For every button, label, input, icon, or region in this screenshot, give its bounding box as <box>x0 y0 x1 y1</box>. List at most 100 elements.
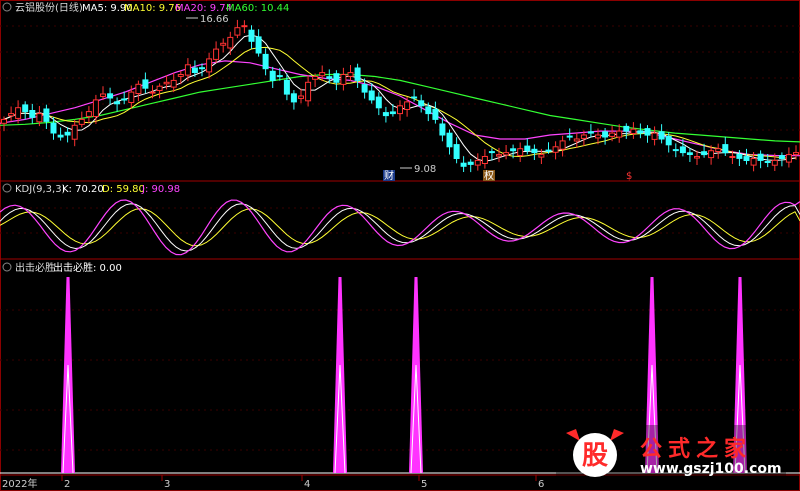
candle-up <box>347 72 354 77</box>
candle-down <box>142 79 149 89</box>
candle-up <box>227 36 234 49</box>
high-label: 16.66 <box>200 14 229 25</box>
candle-down <box>623 125 630 132</box>
watermark-url: www.gszj100.com <box>640 461 782 477</box>
candle-up <box>715 148 722 152</box>
signal-settings-icon[interactable] <box>2 262 12 272</box>
candle-down <box>269 70 276 81</box>
candle-down <box>418 100 425 107</box>
kdj-settings-icon[interactable] <box>2 183 12 193</box>
candle-up <box>559 140 566 150</box>
candle-down <box>701 151 708 156</box>
candle-up <box>573 138 580 142</box>
candle-down <box>361 84 368 93</box>
candle-down <box>354 67 361 81</box>
x-year-label: 2022年 <box>2 477 37 490</box>
candle-up <box>149 91 156 94</box>
candle-down <box>757 153 764 161</box>
candle-up <box>729 156 736 158</box>
watermark-logo: 股 <box>566 429 624 477</box>
candle-down <box>587 131 594 134</box>
candle-down <box>425 106 432 115</box>
candle-up <box>616 130 623 138</box>
kdj-k-label: K: 70.20 <box>62 184 104 195</box>
candle-up <box>609 132 616 137</box>
price-legend: 云铝股份(日线) MA5: 9.90 MA10: 9.76 MA20: 9.74… <box>2 1 289 14</box>
candle-up <box>100 93 106 97</box>
kdj-legend: KDJ(9,3,3) K: 70.20 D: 59.80 J: 90.98 <box>2 183 180 195</box>
x-axis-labels: 2022年 2 3 4 5 6 <box>2 475 544 490</box>
candle-down <box>389 111 396 115</box>
watermark: 股 公式之家 www.gszj100.com <box>556 425 786 485</box>
candle-down <box>545 149 552 152</box>
candle-up <box>128 91 135 103</box>
x-month-2: 2 <box>64 479 70 490</box>
candle-up <box>708 150 715 159</box>
candle-down <box>276 75 283 78</box>
marker-dollar[interactable]: $ <box>626 171 632 182</box>
x-month-5: 5 <box>421 479 427 490</box>
candle-down <box>439 123 446 136</box>
candle-up <box>630 128 637 134</box>
candle-up <box>220 42 227 46</box>
candle-up <box>177 74 184 77</box>
candle-down <box>453 144 460 160</box>
candle-down <box>368 90 375 101</box>
watermark-title: 公式之家 <box>640 437 753 462</box>
candle-up <box>538 154 545 158</box>
x-month-4: 4 <box>304 479 310 490</box>
candle-down <box>43 108 50 122</box>
candle-up <box>135 83 142 95</box>
candle-up <box>312 76 319 80</box>
candle-up <box>71 124 78 140</box>
candle-up <box>15 107 22 119</box>
signal-legend: 出击必胜 出击必胜: 0.00 <box>2 261 122 274</box>
candle-up <box>771 159 778 166</box>
ma-lines <box>0 34 800 162</box>
signal-value-label: 出击必胜: 0.00 <box>53 261 122 274</box>
logo-horn-left <box>566 429 580 441</box>
candle-down <box>686 152 693 156</box>
candle-up <box>241 25 248 28</box>
candle-down <box>446 132 453 148</box>
candle-down <box>114 101 121 105</box>
candle-down <box>382 112 389 117</box>
candle-up <box>750 158 757 166</box>
candle-down <box>722 144 729 154</box>
candle-up <box>397 105 403 115</box>
marker-cai[interactable]: 财 <box>384 169 394 182</box>
candle-down <box>644 128 651 136</box>
ma20-label: MA20: 9.74 <box>175 3 232 14</box>
candle-up <box>163 81 170 85</box>
candle-up <box>496 154 502 157</box>
candle-up <box>340 74 347 85</box>
candle-down <box>743 156 750 162</box>
candle-up <box>206 58 213 73</box>
stock-chart[interactable]: 云铝股份(日线) MA5: 9.90 MA10: 9.76 MA20: 9.74… <box>0 0 800 491</box>
candle-down <box>375 96 382 109</box>
settings-icon[interactable] <box>2 2 12 12</box>
candle-down <box>679 146 686 154</box>
candle-down <box>290 93 297 103</box>
candle-down <box>510 148 517 152</box>
low-label: 9.08 <box>414 164 436 175</box>
logo-horn-right <box>610 429 624 441</box>
candle-down <box>778 155 785 160</box>
candle-up <box>36 113 43 123</box>
candle-up <box>404 101 411 111</box>
candle-down <box>566 135 573 138</box>
candle-down <box>488 151 495 154</box>
candle-down <box>411 96 418 99</box>
candle-down <box>531 148 538 154</box>
candle-down <box>191 67 198 73</box>
candle-up <box>298 95 304 99</box>
signal-name: 出击必胜 <box>15 261 55 274</box>
candle-down <box>467 161 474 165</box>
candle-down <box>736 153 743 159</box>
candle-up <box>580 134 587 139</box>
candle-down <box>64 131 71 136</box>
candle-down <box>665 135 672 146</box>
kdj-name: KDJ(9,3,3) <box>15 184 66 195</box>
candle-up <box>156 85 163 91</box>
marker-quan[interactable]: 权 <box>484 169 494 182</box>
